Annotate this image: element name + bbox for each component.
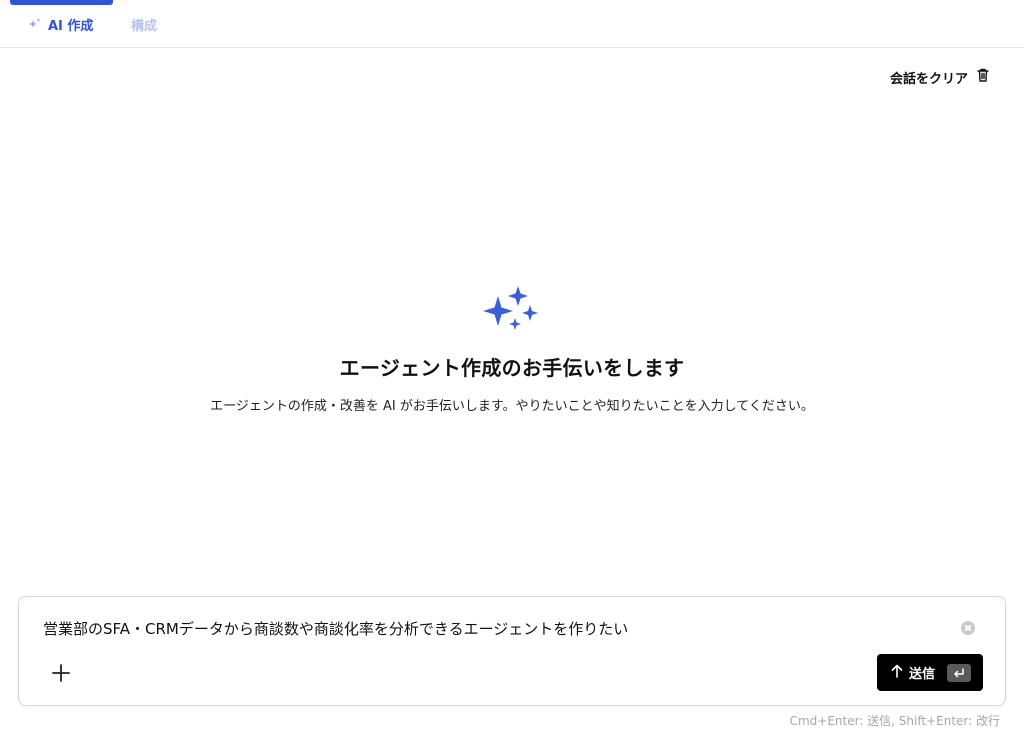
tab-bar: AI 作成 構成 — [0, 0, 1024, 48]
clear-input-icon[interactable] — [961, 621, 975, 635]
tab-ai-create[interactable]: AI 作成 — [28, 14, 93, 34]
keyboard-shortcut-hint: Cmd+Enter: 送信, Shift+Enter: 改行 — [789, 714, 1000, 728]
tab-config-label: 構成 — [131, 18, 158, 34]
active-tab-indicator — [10, 0, 113, 5]
clear-conversation-button[interactable]: 会話をクリア — [890, 67, 990, 87]
send-button[interactable]: 送信 — [877, 654, 983, 691]
trash-icon — [976, 67, 990, 87]
tab-ai-create-label: AI 作成 — [48, 18, 94, 34]
arrow-up-icon — [891, 664, 903, 682]
enter-key-icon — [947, 663, 972, 682]
tab-config[interactable]: 構成 — [131, 14, 157, 34]
sparkles-icon — [482, 284, 542, 334]
plus-icon — [49, 664, 73, 689]
add-attachment-button[interactable] — [49, 661, 73, 685]
empty-state-description: エージェントの作成・改善を AI がお手伝いします。やりたいことや知りたいことを… — [210, 399, 814, 414]
empty-state-title: エージェント作成のお手伝いをします — [339, 356, 685, 380]
clear-conversation-label: 会話をクリア — [890, 71, 969, 87]
empty-state: エージェント作成のお手伝いをします エージェントの作成・改善を AI がお手伝い… — [0, 284, 1024, 414]
send-button-label: 送信 — [909, 667, 936, 682]
sparkle-icon — [28, 17, 42, 31]
message-input[interactable]: 営業部のSFA・CRMデータから商談数や商談化率を分析できるエージェントを作りた… — [43, 618, 628, 639]
chat-composer: 営業部のSFA・CRMデータから商談数や商談化率を分析できるエージェントを作りた… — [18, 596, 1006, 706]
